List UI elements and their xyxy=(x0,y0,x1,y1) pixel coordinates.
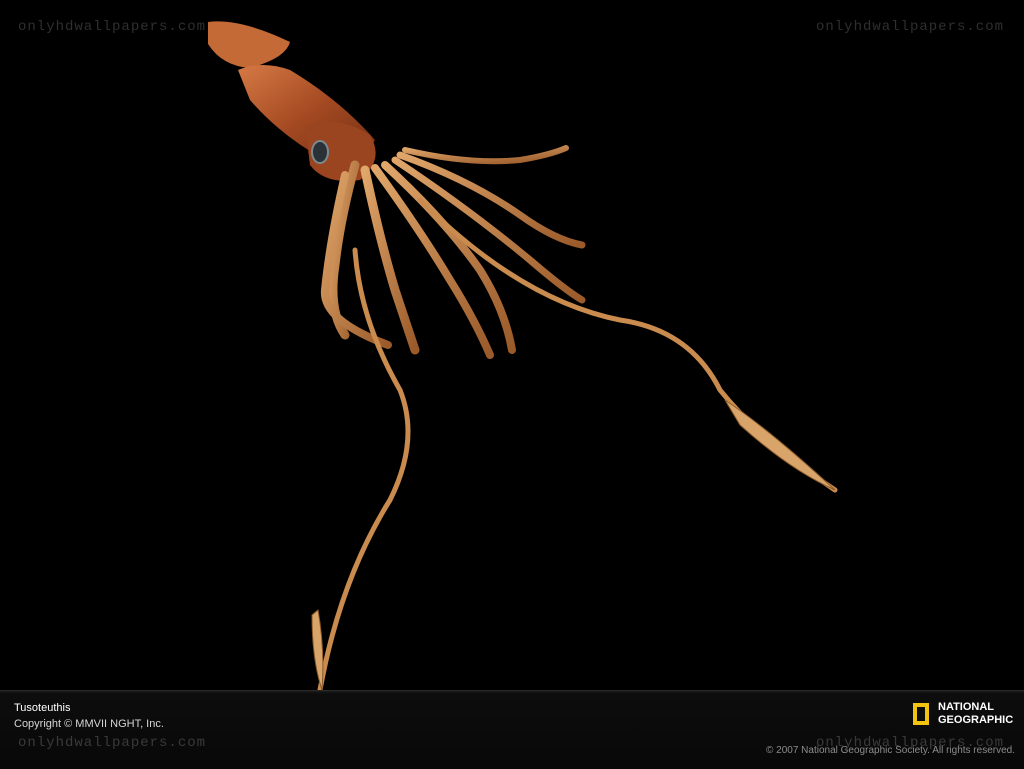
squid-arm xyxy=(360,165,420,355)
logo-line-1: NATIONAL xyxy=(938,701,995,713)
squid-illustration xyxy=(208,21,838,690)
tentacle-club xyxy=(311,609,324,690)
caption-bar: Tusoteuthis Copyright © MMVII NGHT, Inc.… xyxy=(0,690,1024,769)
yellow-frame-icon xyxy=(913,703,929,725)
logo-line-2: GEOGRAPHIC xyxy=(938,714,1014,726)
watermark-top-left: onlyhdwallpapers.com xyxy=(18,19,207,35)
watermark-top-right: onlyhdwallpapers.com xyxy=(815,19,1004,35)
squid-eye xyxy=(311,140,329,164)
squid-fin xyxy=(208,21,290,68)
squid-arm xyxy=(402,145,569,165)
watermark-bottom-right: onlyhdwallpapers.com xyxy=(815,735,1004,751)
national-geographic-logo: NATIONAL GEOGRAPHIC xyxy=(913,701,1017,731)
watermark-bottom-left: onlyhdwallpapers.com xyxy=(18,735,207,751)
tentacle-club xyxy=(724,399,836,491)
caption-title: Tusoteuthis xyxy=(14,702,71,714)
caption-copyright: Copyright © MMVII NGHT, Inc. xyxy=(14,718,164,730)
